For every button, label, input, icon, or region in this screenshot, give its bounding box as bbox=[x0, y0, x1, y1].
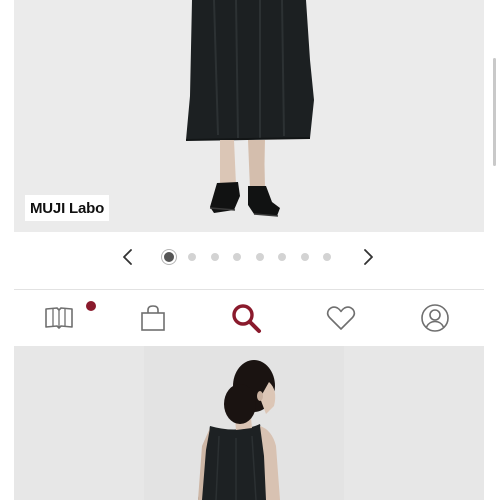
left-margin bbox=[0, 0, 14, 500]
next-image-button[interactable] bbox=[356, 245, 380, 269]
carousel-dot[interactable] bbox=[210, 253, 219, 261]
chevron-right-icon bbox=[364, 249, 373, 265]
model-back-view-photo bbox=[144, 346, 344, 500]
search-icon bbox=[232, 304, 261, 333]
catalog-book-icon bbox=[45, 307, 73, 329]
shopping-bag-icon bbox=[141, 305, 165, 331]
scrollbar[interactable] bbox=[493, 58, 496, 166]
heart-icon bbox=[326, 306, 356, 330]
product-image[interactable] bbox=[14, 346, 484, 500]
brand-label: MUJI Labo bbox=[25, 195, 110, 221]
bottom-navigation bbox=[14, 290, 484, 344]
nav-catalog[interactable] bbox=[41, 300, 77, 336]
carousel-dot[interactable] bbox=[255, 253, 264, 261]
nav-cart[interactable] bbox=[135, 300, 171, 336]
right-margin bbox=[484, 0, 500, 500]
nav-search[interactable] bbox=[228, 300, 264, 336]
brand-label-text: MUJI Labo bbox=[30, 199, 105, 217]
carousel-dot[interactable] bbox=[323, 253, 331, 261]
carousel-dot[interactable] bbox=[233, 253, 241, 261]
carousel-dot[interactable] bbox=[278, 253, 286, 261]
previous-image-button[interactable] bbox=[116, 245, 140, 269]
carousel-dot[interactable] bbox=[188, 253, 196, 261]
account-icon bbox=[421, 304, 449, 332]
chevron-left-icon bbox=[123, 249, 132, 265]
notification-badge bbox=[86, 301, 96, 311]
carousel-dot-active[interactable] bbox=[164, 252, 174, 262]
nav-account[interactable] bbox=[417, 300, 453, 336]
image-carousel-controls bbox=[14, 233, 484, 281]
carousel-dot[interactable] bbox=[300, 253, 309, 261]
carousel-pagination bbox=[164, 251, 346, 263]
nav-favorites[interactable] bbox=[323, 300, 359, 336]
